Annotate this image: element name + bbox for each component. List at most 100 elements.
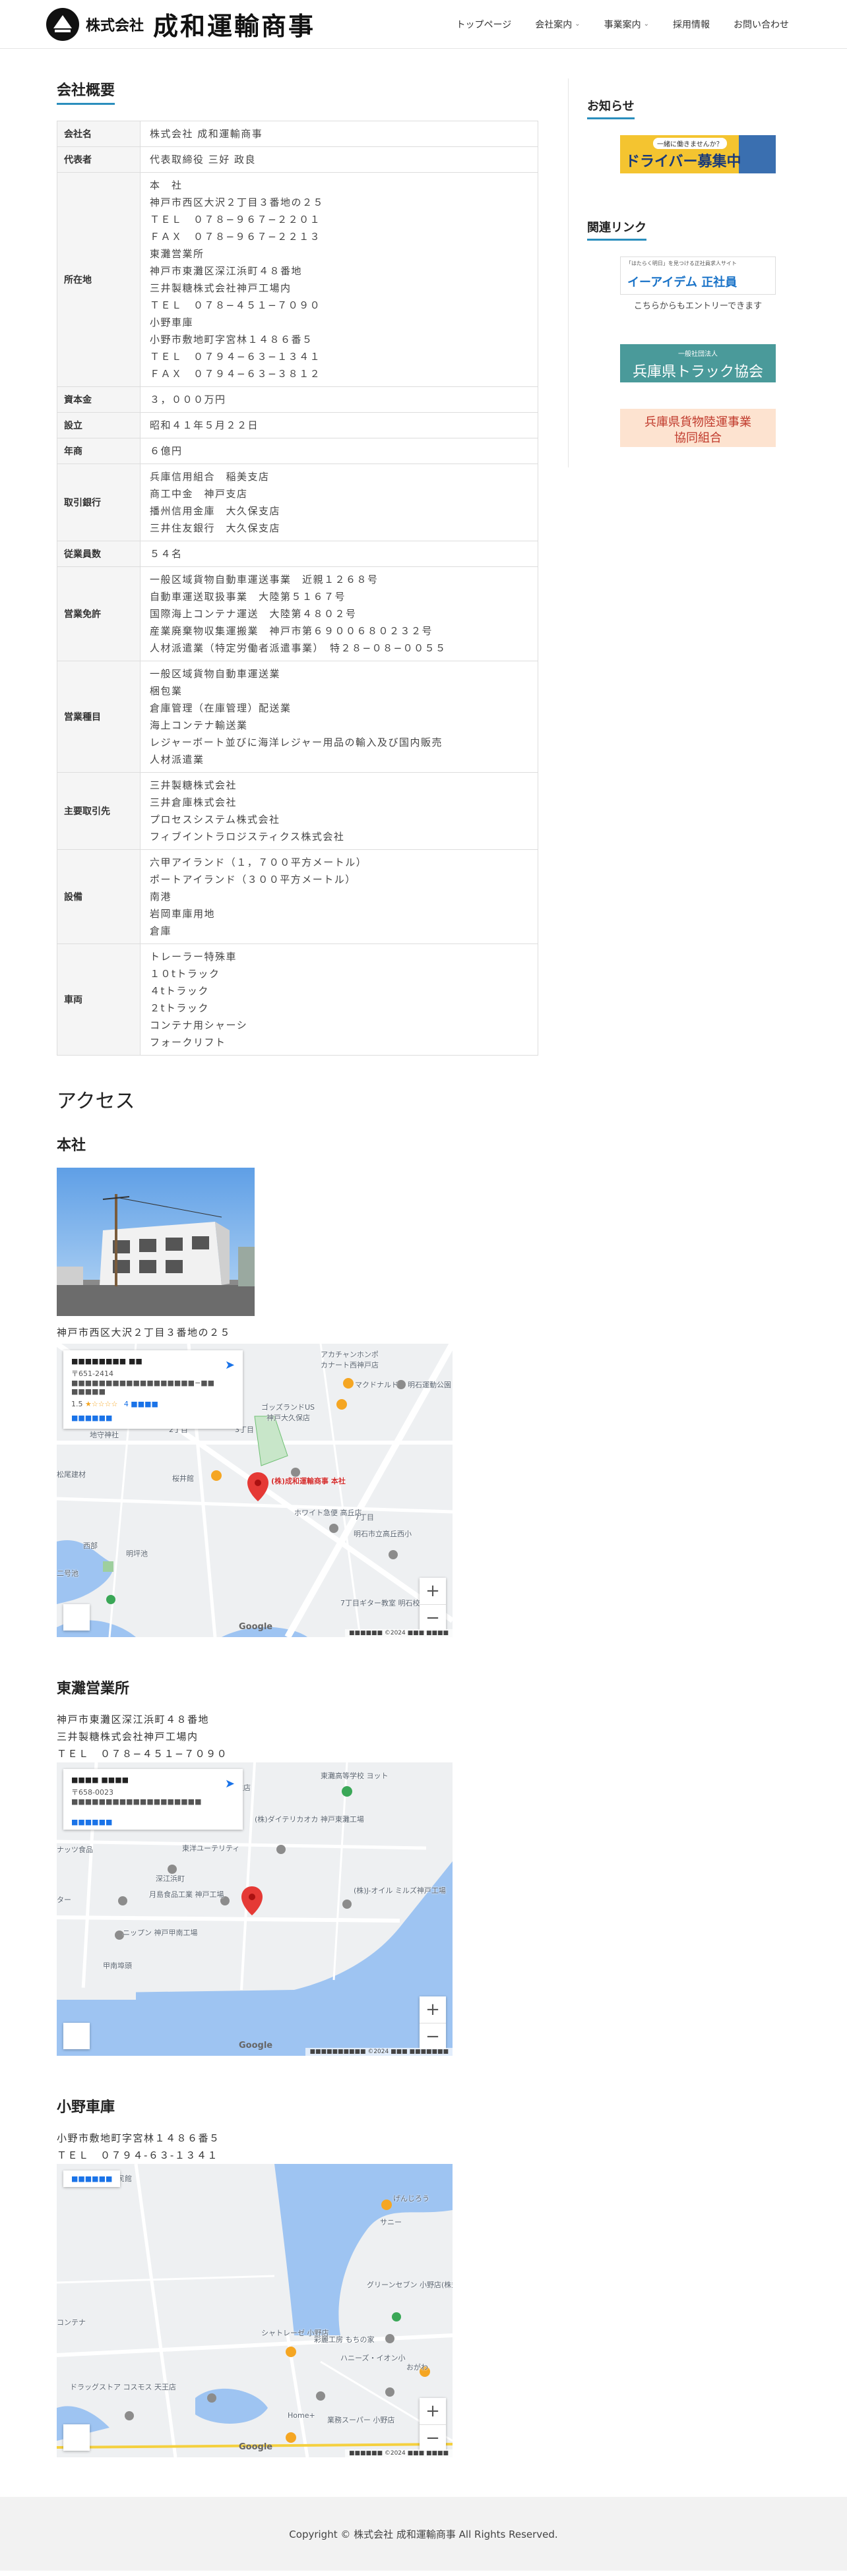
zoom-out-button[interactable]: −: [420, 1604, 446, 1631]
map-label[interactable]: カナート西神戸店: [321, 1360, 379, 1370]
map-label[interactable]: コンテナ: [57, 2317, 86, 2327]
map-label[interactable]: ホワイト急便 高丘店: [294, 1507, 362, 1518]
map-label[interactable]: 明石運動公園: [408, 1379, 451, 1390]
map-label[interactable]: 桜井館: [172, 1473, 194, 1483]
map-label[interactable]: おがわ: [406, 2362, 428, 2372]
nav-item-business[interactable]: 事業案内 ⌄: [592, 18, 661, 31]
higashinada-map[interactable]: 東灘高等学校 ヨット江東灘店(株)ダイテリカオカ 神戸東灘工場ナッツ食品東洋ユー…: [57, 1762, 453, 2056]
profile-row-value: ３，０００万円: [140, 386, 538, 413]
ono-map[interactable]: 町公民館げんじろうサニーグリーンセブン 小野店(株式会社シャトレーゼ 小野店彩麗…: [57, 2164, 453, 2457]
profile-value-line: 株式会社 成和運輸商事: [150, 128, 263, 140]
nav-item-recruit[interactable]: 採用情報: [661, 18, 722, 31]
directions-icon[interactable]: ➤: [225, 1358, 235, 1372]
map-label[interactable]: ゴッズランドUS: [261, 1402, 315, 1412]
map-info-link[interactable]: ■■■■■■: [71, 1818, 235, 1826]
nav-item-contact[interactable]: お問い合わせ: [722, 18, 801, 31]
main-content: 会社概要 会社名 株式会社 成和運輸商事 代表者 代表取締役 三好 政良 所在地本 社神…: [57, 78, 538, 2457]
profile-row-label: 従業員数: [57, 541, 141, 567]
driver-recruit-banner[interactable]: 一緒に働きませんか？ ドライバー募集中: [620, 135, 776, 173]
zoom-in-button[interactable]: +: [420, 2398, 446, 2424]
logo-prefix: 株式会社: [86, 16, 144, 34]
map-info-reviews[interactable]: 4 ■■■■: [124, 1400, 158, 1408]
map-label[interactable]: 神戸大久保店: [267, 1412, 310, 1423]
site-header: 株式会社 成和運輸商事 トップページ 会社案内 ⌄ 事業案内 ⌄ 採用情報 お問い合…: [0, 0, 847, 49]
map-label[interactable]: (株)ダイテリカオカ 神戸東灘工場: [255, 1814, 364, 1824]
profile-value-line: 倉庫管理（在庫管理）配送業: [150, 702, 292, 714]
map-label[interactable]: グリーンセブン 小野店(株式会社: [367, 2279, 453, 2290]
nav-item-top[interactable]: トップページ: [444, 18, 523, 31]
map-label[interactable]: ドラッグストア コスモス 天王店: [70, 2381, 176, 2392]
map-zoom-controls: + −: [420, 1996, 446, 2049]
map-label[interactable]: サニー: [380, 2217, 402, 2227]
map-type-toggle[interactable]: [63, 1604, 90, 1631]
eaidem-banner[interactable]: 「はたらく明日」を見つける正社員求人サイト イーアイデム 正社員: [620, 256, 776, 295]
zoom-in-button[interactable]: +: [420, 1578, 446, 1604]
map-label[interactable]: 明石市立高丘西小: [354, 1528, 412, 1539]
profile-row: 主要取引先 三井製糖株式会社 三井倉庫株式会社 プロセスシステム株式会社 フィブイントラ…: [57, 772, 538, 850]
map-label[interactable]: 業務スーパー 小野店: [327, 2414, 394, 2425]
map-label[interactable]: 彩麗工房 もちの家: [314, 2334, 375, 2345]
news-title: お知らせ: [587, 97, 635, 119]
map-info-link[interactable]: ■■■■■■: [71, 1414, 235, 1422]
profile-row: 資本金 ３，０００万円: [57, 386, 538, 413]
profile-row-value: 一般区域貨物自動車運送業 梱包業 倉庫管理（在庫管理）配送業 海上コンテナ輸送業 レジャ…: [140, 661, 538, 773]
map-label[interactable]: 二号池: [57, 1568, 78, 1578]
google-logo: Google: [239, 2442, 273, 2452]
profile-row-label: 所在地: [57, 172, 141, 387]
map-label[interactable]: ニップン 神戸甲南工場: [123, 1927, 198, 1938]
chevron-down-icon: ⌄: [643, 20, 649, 28]
map-attribution[interactable]: ■■■■■■ ©2024 ■■■ ■■■■: [344, 1629, 453, 1637]
profile-row-label: 資本金: [57, 386, 141, 413]
map-label[interactable]: 東灘高等学校 ヨット: [321, 1770, 389, 1781]
hyogo-cargo-cooperative-banner[interactable]: 兵庫県貨物陸運事業 協同組合: [620, 409, 776, 447]
profile-value-line: 人材派遣業（特定労働者派遣事業） 特２８−０８−００５５: [150, 642, 447, 654]
map-label[interactable]: 西部: [83, 1540, 98, 1551]
map-attribution[interactable]: ■■■■■■ ©2024 ■■■ ■■■■: [344, 2449, 453, 2457]
profile-row-label: 営業免許: [57, 566, 141, 661]
profile-row-label: 年商: [57, 438, 141, 464]
zoom-out-button[interactable]: −: [420, 2023, 446, 2049]
map-label[interactable]: ナッツ食品: [57, 1844, 93, 1855]
map-type-toggle[interactable]: [63, 2424, 90, 2451]
map-label[interactable]: ハニーズ・イオン小: [340, 2352, 405, 2363]
zoom-in-button[interactable]: +: [420, 1996, 446, 2023]
map-label[interactable]: 甲南埠頭: [103, 1960, 132, 1971]
profile-value-line: 三井製糖株式会社: [150, 779, 237, 791]
zoom-out-button[interactable]: −: [420, 2424, 446, 2451]
map-label[interactable]: 東洋ユーテリティ: [182, 1843, 239, 1853]
map-info-rating-row: 1.5 ★☆☆☆☆ 4 ■■■■: [71, 1400, 235, 1408]
higashinada-address: 神戸市東灘区深江浜町４８番地 三井製糖株式会社神戸工場内 ＴＥＬ ０７８−４５１…: [57, 1714, 228, 1760]
nav-item-company[interactable]: 会社案内 ⌄: [523, 18, 592, 31]
ono-address: 小野市敷地町字宮林１４８６番５ ＴＥＬ ０７９４-６３-１３４１: [57, 2132, 220, 2161]
honsha-map-info-card: ■■■■■■■■ ■■ 〒651-2414 ■■■■■■■■■■■■■■■■■■…: [63, 1350, 243, 1429]
map-label[interactable]: (株)成和運輸商事 本社: [271, 1476, 346, 1486]
map-label[interactable]: げんじろう: [393, 2193, 429, 2203]
profile-row-value: 株式会社 成和運輸商事: [140, 121, 538, 147]
copyright: Copyright © 株式会社 成和運輸商事 All Rights Reser…: [289, 2528, 558, 2540]
map-label[interactable]: 地守神社: [90, 1429, 119, 1440]
map-label[interactable]: 7丁目ギター教室 明石校: [340, 1598, 420, 1608]
map-label[interactable]: 月島食品工業 神戸工場: [149, 1889, 224, 1900]
map-attribution[interactable]: ■■■■■■■■■■ ©2024 ■■■ ■■■■■■■: [305, 2048, 453, 2056]
profile-value-line: 神戸市東灘区深江浜町４８番地: [150, 265, 303, 277]
profile-row-value: トレーラー特殊車 １０tトラック ４tトラック ２tトラック コンテナ用シャーシ フォーク…: [140, 944, 538, 1056]
ono-map-link[interactable]: ■■■■■■: [63, 2171, 121, 2187]
map-label[interactable]: 深江浜町: [156, 1873, 185, 1884]
map-label[interactable]: アカチャンホンポ: [321, 1349, 379, 1360]
profile-row-label: 取引銀行: [57, 464, 141, 541]
profile-row: 車両 トレーラー特殊車 １０tトラック ４tトラック ２tトラック コンテナ用シャーシ フォ…: [57, 944, 538, 1056]
map-label[interactable]: 7丁目: [355, 1512, 374, 1522]
directions-icon[interactable]: ➤: [225, 1777, 235, 1791]
map-type-toggle[interactable]: [63, 2023, 90, 2049]
hyogo-truck-association-banner[interactable]: 一般社団法人 兵庫県トラック協会: [620, 344, 776, 382]
entry-caption: こちらからもエントリーできます: [633, 301, 763, 311]
map-label[interactable]: Home+: [288, 2411, 315, 2420]
profile-row: 年商 ６億円: [57, 438, 538, 464]
map-label[interactable]: マクドナルド: [355, 1379, 398, 1390]
map-label[interactable]: 明坪池: [126, 1548, 148, 1559]
site-logo[interactable]: 株式会社 成和運輸商事: [46, 6, 315, 42]
map-label[interactable]: ター: [57, 1894, 71, 1905]
honsha-map[interactable]: アカチャンホンポ カナート西神戸店マクドナルド 明石運動公園ゴッズランドUS 神戸大久…: [57, 1344, 453, 1637]
map-label[interactable]: (株)J-オイル ミルズ神戸工場: [354, 1885, 446, 1896]
map-label[interactable]: 松尾建材: [57, 1469, 86, 1480]
